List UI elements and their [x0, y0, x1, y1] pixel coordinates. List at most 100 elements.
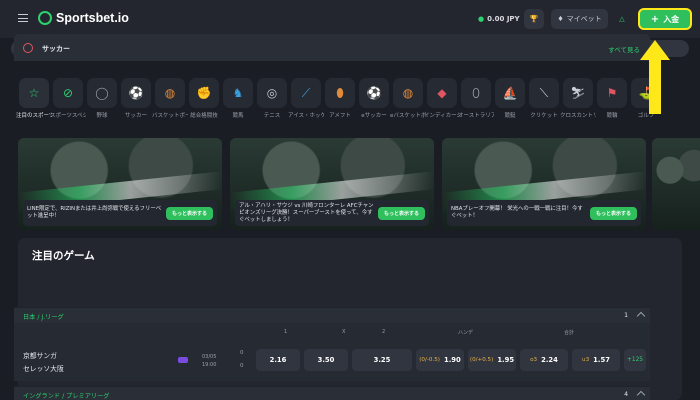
promo-text: NBAプレーオフ開幕！ 栄光への一戦一戦に注目！今すぐベット！	[451, 206, 583, 219]
sport-indycar[interactable]: ◆ インディカーシリーズ	[424, 78, 460, 119]
deposit-label: 入金	[663, 14, 680, 24]
odds-away-button[interactable]: 3.25	[352, 349, 412, 371]
sport-mma[interactable]: ✊ 総合格闘技	[189, 78, 219, 119]
soccer-icon: ⚽	[121, 78, 151, 108]
league-row[interactable]: 日本 / J.リーグ 1	[14, 307, 650, 323]
sport-label: クリケット	[530, 113, 558, 119]
logo-icon	[38, 11, 52, 25]
indycar-icon: ◆	[427, 78, 457, 108]
sport-label: バスケットボール	[152, 113, 188, 119]
promo-banner[interactable]: NBAプレーオフ開幕！ 栄光への一戦一戦に注目！今すぐベット！ もっと表示する	[442, 138, 646, 230]
featured-title: 注目のゲーム	[32, 250, 95, 262]
handicap-away-button[interactable]: (0/+0.5) 1.95	[468, 349, 516, 371]
total-over-button[interactable]: o3 2.24	[520, 349, 568, 371]
menu-icon[interactable]	[18, 14, 28, 22]
promo-text: アル・アハリ・サウジ vs 川崎フロンターレ AFCチャンピオンズリーグ決勝！ス…	[239, 202, 374, 223]
show-more-button[interactable]: もっと表示する	[165, 206, 213, 220]
plus-icon: +	[650, 13, 660, 25]
show-more-button[interactable]: もっと表示する	[589, 206, 637, 220]
basketball-icon: ◍	[155, 78, 185, 108]
odds-home-button[interactable]: 2.16	[256, 349, 300, 371]
away-score: 0	[240, 363, 244, 369]
sport-horse-racing[interactable]: ♞ 競馬	[223, 78, 253, 119]
sport-label: 野球	[96, 113, 108, 119]
balance-display[interactable]: ● 0.00 JPY	[478, 15, 520, 23]
promo-banner[interactable]: アル・アハリ・サウジ vs 川崎フロンターレ AFCチャンピオンズリーグ決勝！ス…	[230, 138, 434, 230]
boat-racing-icon: ⛵	[495, 78, 525, 108]
sport-label: eサッカー	[361, 113, 387, 119]
league-row[interactable]: イングランド / プレミアリーグ 4	[14, 386, 650, 400]
sport-label: 競輪	[606, 113, 618, 119]
sports-nav: ☆ 注目のスポーツ ⊘ スポーツスペシャル ◯ 野球 ⚽ サッカー ◍ バスケッ…	[16, 78, 700, 119]
col-total: 合計	[564, 330, 575, 336]
my-bets-button[interactable]: ♦ マイベット	[551, 9, 608, 29]
see-all-link[interactable]: すべて見る	[608, 44, 640, 54]
home-score: 0	[240, 350, 244, 356]
deposit-button[interactable]: + 入金	[638, 8, 692, 30]
home-team[interactable]: 京都サンガ	[23, 350, 57, 360]
promo-text: LINE限定で、RIZINまたは井上尚弥戦で使えるフリーベット進呈中！	[27, 206, 162, 219]
sport-basketball[interactable]: ◍ バスケットボール	[152, 78, 188, 119]
aussie-rules-icon: ⬯	[461, 78, 491, 108]
sport-boat-racing[interactable]: ⛵ 競艇	[495, 78, 525, 119]
col-x: X	[342, 329, 346, 335]
col-handicap: ハンデ	[458, 330, 474, 336]
chevron-up-icon[interactable]	[636, 311, 646, 321]
col-1: 1	[284, 329, 288, 335]
promo-panel: NBAプレーオフ開幕！ 栄光への一戦一戦に注目！今すぐベット！ もっと表示する	[447, 200, 641, 226]
league-name: イングランド / プレミアリーグ	[23, 393, 110, 400]
sport-label: 競艇	[504, 113, 516, 119]
promo-banner-partial[interactable]	[652, 138, 700, 230]
sport-cross-country[interactable]: ⛷ クロスカントリー	[560, 78, 596, 119]
promo-banner[interactable]: LINE限定で、RIZINまたは井上尚弥戦で使えるフリーベット進呈中！ もっと表…	[18, 138, 222, 230]
star-icon: ☆	[19, 78, 49, 108]
gift-icon: △	[619, 15, 625, 23]
odds-value: 1.95	[497, 356, 515, 364]
total-under-button[interactable]: u3 1.57	[572, 349, 620, 371]
sport-aussie-rules[interactable]: ⬯ オーストラリアンフットボール	[458, 78, 494, 119]
cross-country-icon: ⛷	[563, 78, 593, 108]
away-team[interactable]: セレッソ大阪	[23, 363, 64, 373]
match-row[interactable]: 京都サンガ セレッソ大阪 03/05 19:00 0 0 2.16 3.50 3…	[14, 341, 650, 381]
show-more-button[interactable]: もっと表示する	[377, 206, 425, 220]
chevron-up-icon[interactable]	[636, 390, 646, 400]
odds-draw-button[interactable]: 3.50	[304, 349, 348, 371]
sport-baseball[interactable]: ◯ 野球	[87, 78, 117, 119]
total-line: o3	[530, 357, 538, 363]
sport-esoccer[interactable]: ⚽ eサッカー	[359, 78, 389, 119]
sport-label: スポーツスペシャル	[50, 113, 86, 119]
sport-label: 総合格闘技	[190, 113, 218, 119]
trophy-button[interactable]: 🏆	[524, 9, 544, 29]
sport-special[interactable]: ⊘ スポーツスペシャル	[50, 78, 86, 119]
more-markets-button[interactable]: +125	[624, 349, 646, 371]
sport-featured[interactable]: ☆ 注目のスポーツ	[16, 78, 52, 119]
sport-label: インディカーシリーズ	[424, 113, 460, 119]
sport-section-header[interactable]: サッカー すべて見る	[14, 34, 650, 61]
soccer-icon	[23, 43, 33, 53]
brand-logo[interactable]: Sportsbet.io	[38, 11, 129, 25]
match-date: 03/05	[202, 354, 217, 360]
gift-button[interactable]: △	[614, 9, 630, 29]
odds-column-headers: 1 X 2 ハンデ 合計	[14, 323, 650, 341]
total-line: u3	[582, 357, 590, 363]
cricket-icon: ⟍	[529, 78, 559, 108]
handicap-line: (0/+0.5)	[469, 357, 494, 363]
sport-cycling[interactable]: ⚑ 競輪	[597, 78, 627, 119]
sport-ice-hockey[interactable]: ⟋ アイス・ホッケー	[288, 78, 324, 119]
odds-value: 3.25	[373, 356, 391, 364]
top-bar: Sportsbet.io ● 0.00 JPY 🏆 ♦ マイベット △ + 入金	[0, 0, 700, 38]
sport-label: クロスカントリー	[560, 113, 596, 119]
handicap-home-button[interactable]: (0/-0.5) 1.90	[416, 349, 464, 371]
coin-icon: ●	[478, 15, 485, 23]
sport-tennis[interactable]: ◎ テニス	[257, 78, 287, 119]
sport-cricket[interactable]: ⟍ クリケット	[529, 78, 559, 119]
sport-american-football[interactable]: ⬮ アメフト	[325, 78, 355, 119]
baseball-icon: ◯	[87, 78, 117, 108]
league-count: 4	[624, 391, 628, 398]
sport-ebasketball[interactable]: ◍ eバスケットボール	[390, 78, 426, 119]
handicap-line: (0/-0.5)	[419, 357, 440, 363]
sport-soccer[interactable]: ⚽ サッカー	[121, 78, 151, 119]
odds-value: 1.90	[443, 356, 461, 364]
annotation-arrow-icon	[640, 40, 670, 114]
ticket-icon: ♦	[557, 15, 564, 23]
